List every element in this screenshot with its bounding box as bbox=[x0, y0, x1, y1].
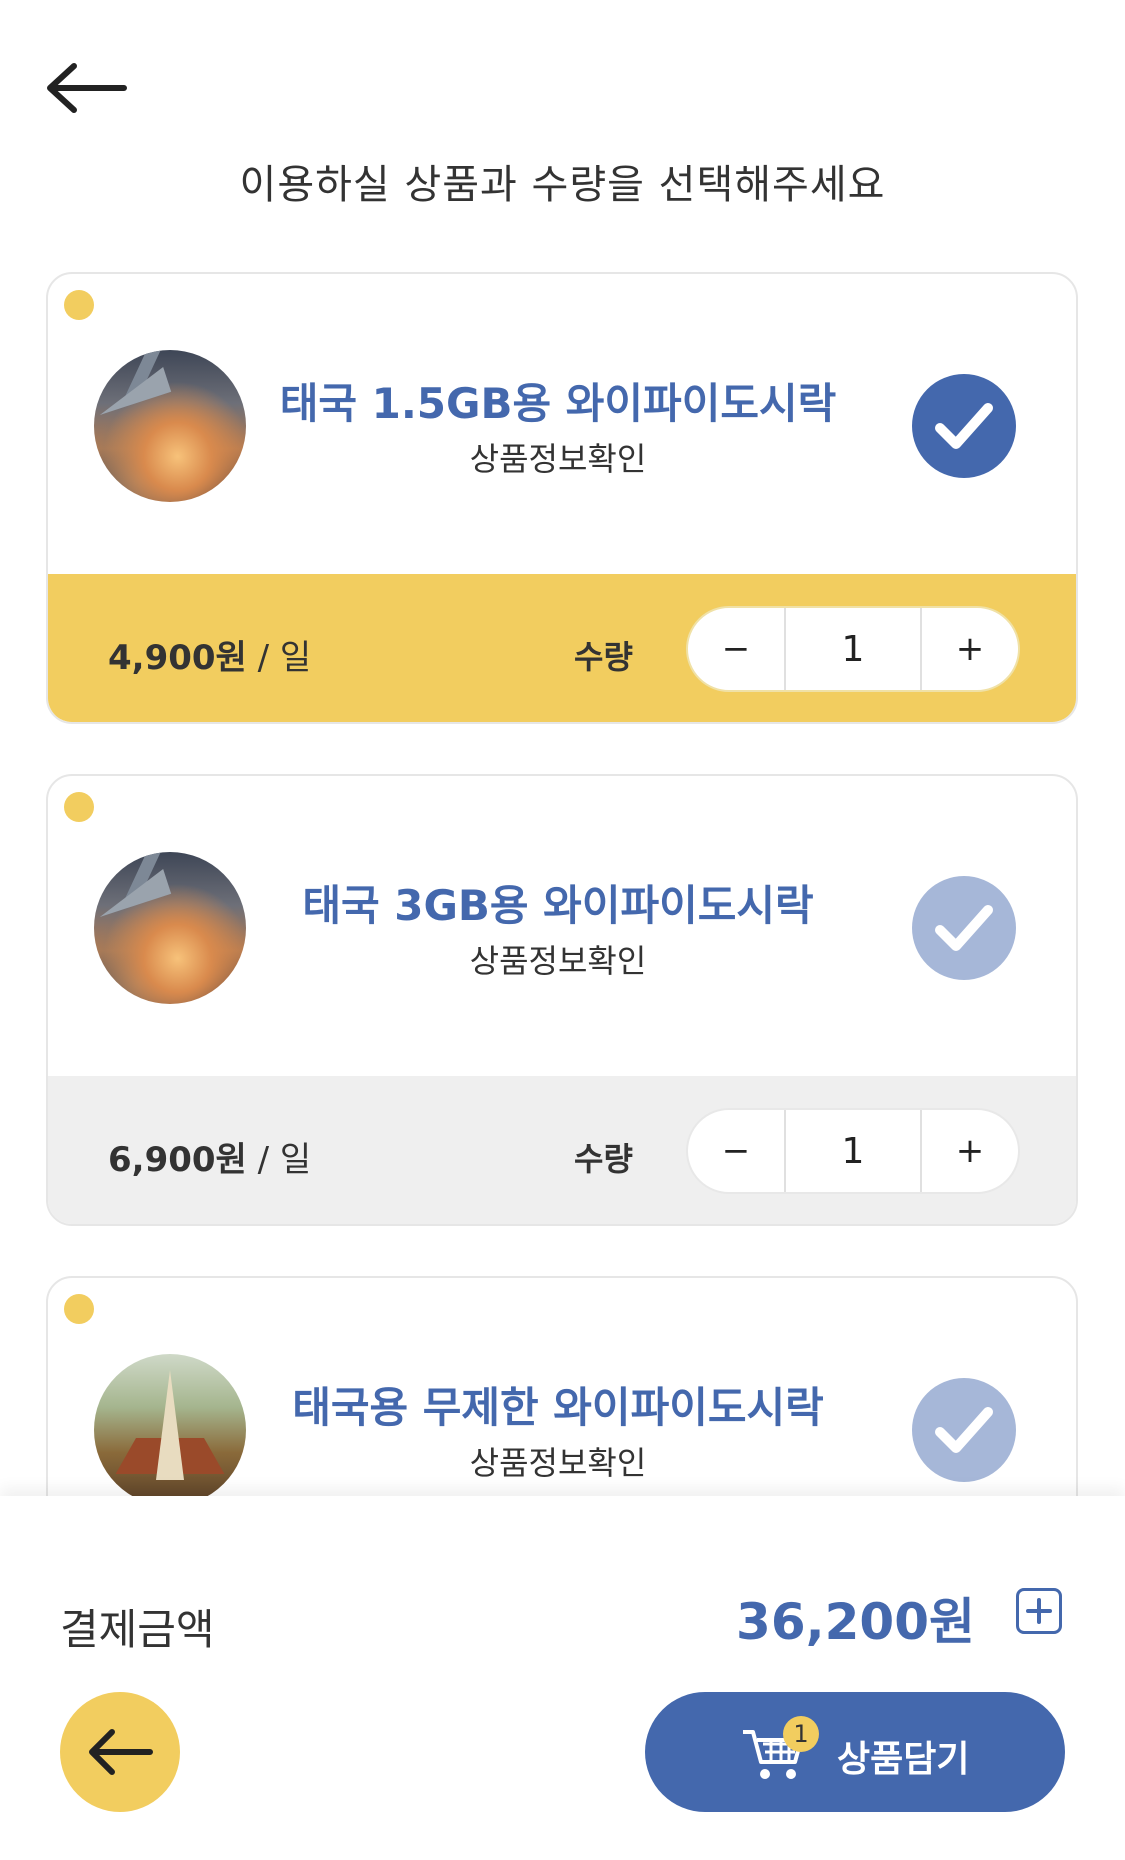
payment-footer: 결제금액 36,200원 1 상품담기 bbox=[0, 1496, 1125, 1860]
product-order-bar: 4,900원 / 일 수량 − 1 + bbox=[48, 574, 1076, 722]
decrease-button[interactable]: − bbox=[688, 608, 784, 690]
product-thumbnail bbox=[94, 1354, 246, 1496]
payment-label: 결제금액 bbox=[60, 1605, 215, 1654]
decrease-button[interactable]: − bbox=[688, 1110, 784, 1192]
product-info-link[interactable]: 상품정보확인 bbox=[268, 936, 848, 982]
quantity-stepper[interactable]: − 1 + bbox=[686, 1108, 1020, 1194]
product-card[interactable]: 태국 3GB용 와이파이도시락 상품정보확인 6,900원 / 일 수량 − 1… bbox=[46, 774, 1078, 1226]
select-toggle[interactable] bbox=[912, 1378, 1016, 1482]
product-title[interactable]: 태국 3GB용 와이파이도시락 bbox=[268, 872, 848, 933]
add-to-cart-button[interactable]: 1 상품담기 bbox=[645, 1692, 1065, 1812]
check-icon bbox=[935, 1407, 993, 1453]
product-info-link[interactable]: 상품정보확인 bbox=[268, 434, 848, 480]
price-per-day: 6,900원 / 일 bbox=[108, 1140, 312, 1180]
check-icon bbox=[935, 905, 993, 951]
increase-button[interactable]: + bbox=[922, 608, 1018, 690]
add-to-cart-label: 상품담기 bbox=[837, 1739, 970, 1780]
product-info-link[interactable]: 상품정보확인 bbox=[268, 1438, 848, 1484]
product-thumbnail bbox=[94, 852, 246, 1004]
quantity-label: 수량 bbox=[574, 638, 633, 676]
cart-count-badge: 1 bbox=[783, 1716, 819, 1752]
payment-details-button[interactable] bbox=[1016, 1588, 1062, 1634]
product-card[interactable]: 태국용 무제한 와이파이도시락 상품정보확인 bbox=[46, 1276, 1078, 1496]
back-arrow-icon bbox=[89, 1729, 153, 1775]
quantity-value: 1 bbox=[784, 1110, 922, 1192]
indicator-dot bbox=[64, 792, 94, 822]
plus-square-icon bbox=[1026, 1598, 1052, 1624]
quantity-value: 1 bbox=[784, 608, 922, 690]
payment-amount: 36,200원 bbox=[736, 1593, 975, 1651]
quantity-label: 수량 bbox=[574, 1140, 633, 1178]
quantity-stepper[interactable]: − 1 + bbox=[686, 606, 1020, 692]
back-arrow-icon bbox=[47, 63, 127, 113]
page-instruction: 이용하실 상품과 수량을 선택해주세요 bbox=[239, 162, 886, 208]
product-title[interactable]: 태국 1.5GB용 와이파이도시락 bbox=[268, 370, 848, 431]
product-order-bar: 6,900원 / 일 수량 − 1 + bbox=[48, 1076, 1076, 1224]
indicator-dot bbox=[64, 1294, 94, 1324]
product-thumbnail bbox=[94, 350, 246, 502]
product-list[interactable]: 태국 1.5GB용 와이파이도시락 상품정보확인 4,900원 / 일 수량 −… bbox=[0, 272, 1125, 1496]
increase-button[interactable]: + bbox=[922, 1110, 1018, 1192]
indicator-dot bbox=[64, 290, 94, 320]
check-icon bbox=[935, 403, 993, 449]
price-per-day: 4,900원 / 일 bbox=[108, 638, 312, 678]
product-title[interactable]: 태국용 무제한 와이파이도시락 bbox=[268, 1374, 848, 1435]
back-round-button[interactable] bbox=[60, 1692, 180, 1812]
select-toggle[interactable] bbox=[912, 374, 1016, 478]
select-toggle[interactable] bbox=[912, 876, 1016, 980]
back-button[interactable] bbox=[44, 60, 134, 120]
product-card[interactable]: 태국 1.5GB용 와이파이도시락 상품정보확인 4,900원 / 일 수량 −… bbox=[46, 272, 1078, 724]
